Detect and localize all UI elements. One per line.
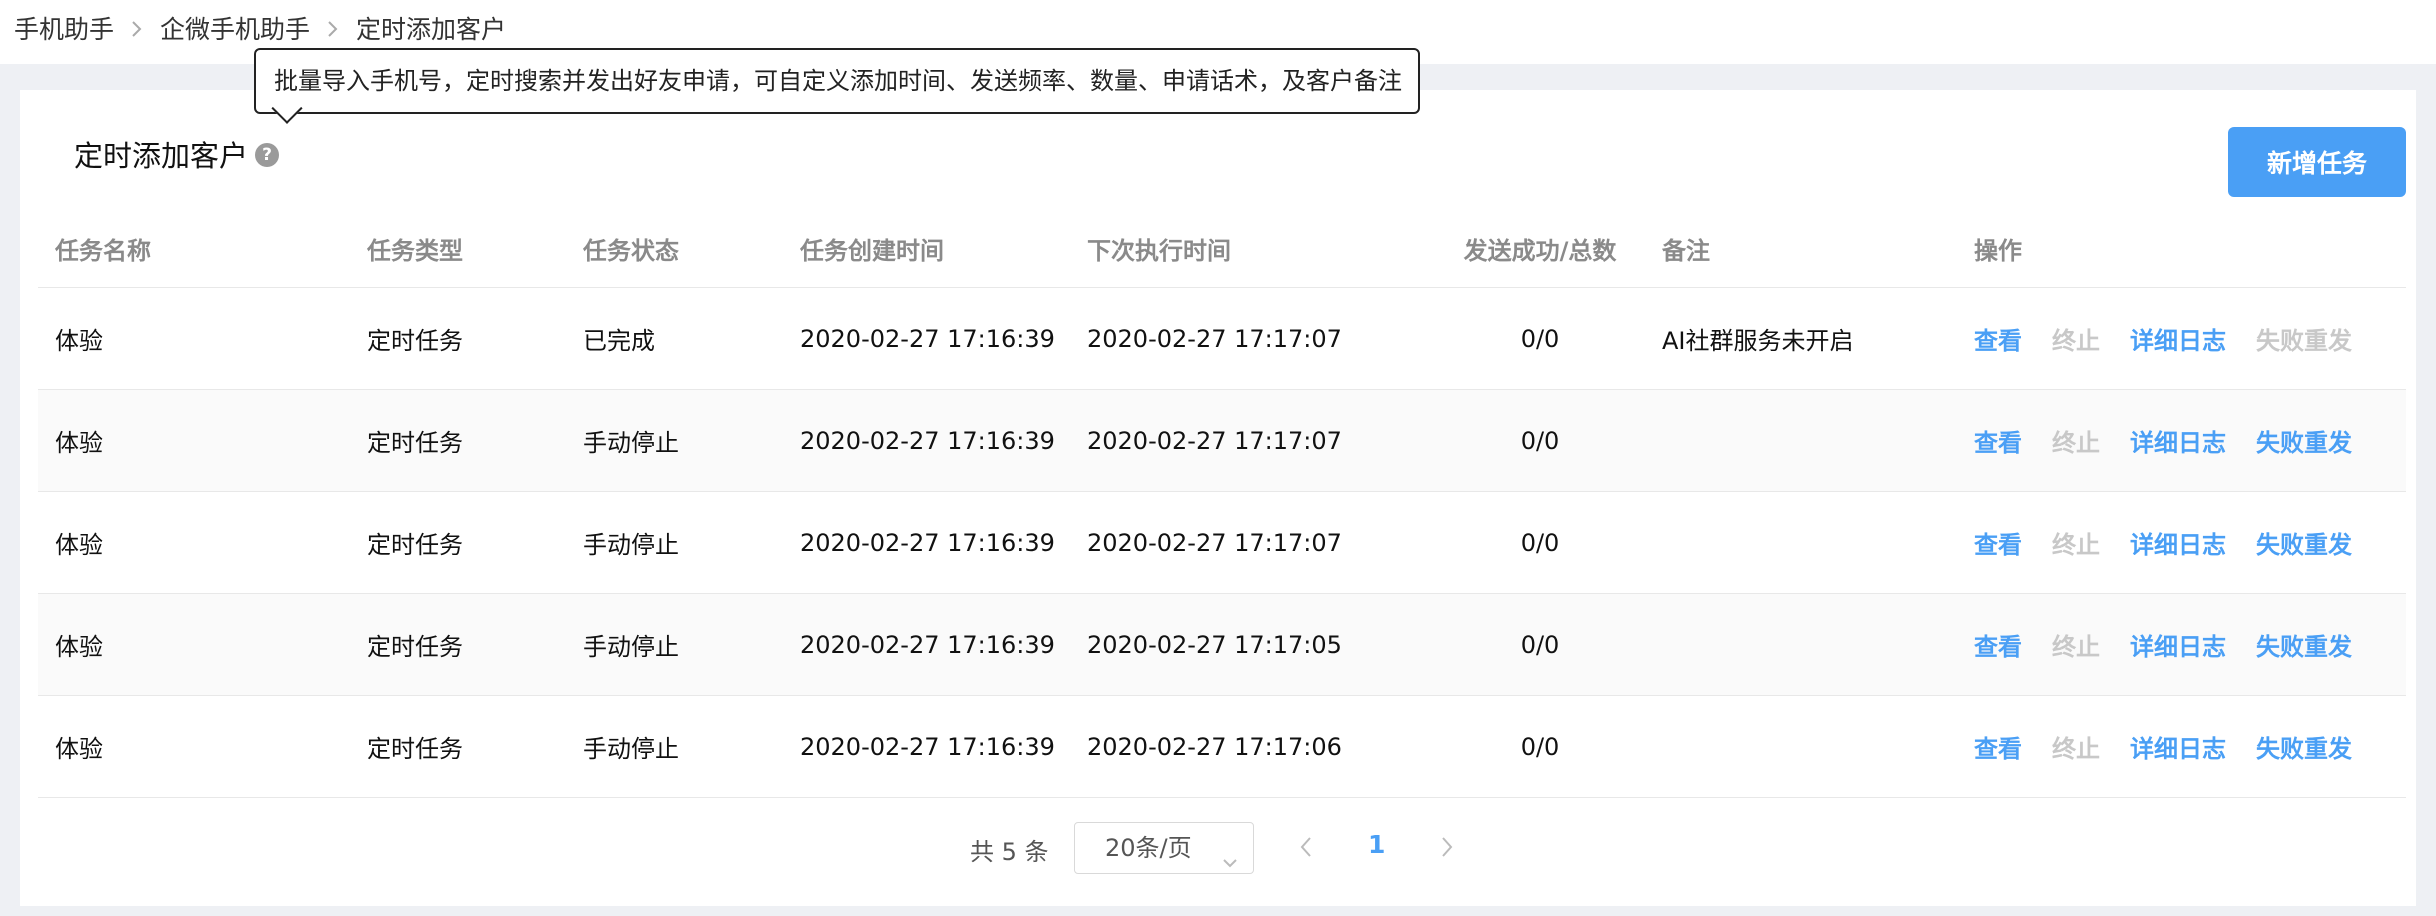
column-header-note: 备注 (1662, 237, 1710, 265)
view-button[interactable]: 查看 (1974, 627, 2022, 662)
cell-task-type: 定时任务 (367, 429, 463, 457)
table-row: 体验 定时任务 手动停止 2020-02-27 17:16:39 2020-02-27 … (38, 594, 2406, 696)
resend-failed-button[interactable]: 失败重发 (2256, 729, 2352, 764)
resend-failed-button[interactable]: 失败重发 (2256, 525, 2352, 560)
view-button[interactable]: 查看 (1974, 423, 2022, 458)
resend-failed-button[interactable]: 失败重发 (2256, 321, 2352, 356)
page-size-value: 20条/页 (1105, 834, 1192, 862)
stop-button[interactable]: 终止 (2052, 423, 2100, 458)
row-actions: 查看 终止 详细日志 失败重发 (1974, 288, 2382, 389)
cell-task-status: 手动停止 (583, 633, 679, 661)
chevron-right-icon (310, 16, 356, 41)
row-actions: 查看 终止 详细日志 失败重发 (1974, 696, 2382, 797)
prev-page-icon[interactable] (1296, 834, 1316, 864)
cell-next-run-time: 2020-02-27 17:17:06 (1087, 732, 1342, 761)
table-row: 体验 定时任务 手动停止 2020-02-27 17:16:39 2020-02-27 … (38, 696, 2406, 798)
tooltip-text: 批量导入手机号，定时搜索并发出好友申请，可自定义添加时间、发送频率、数量、申请话… (274, 67, 1402, 95)
column-header-created: 任务创建时间 (800, 237, 944, 265)
cell-next-run-time: 2020-02-27 17:17:07 (1087, 324, 1342, 353)
column-header-sent-total: 发送成功/总数 (1463, 237, 1617, 265)
help-tooltip: 批量导入手机号，定时搜索并发出好友申请，可自定义添加时间、发送频率、数量、申请话… (254, 48, 1420, 124)
cell-task-type: 定时任务 (367, 327, 463, 355)
breadcrumb-item-current: 定时添加客户 (356, 15, 507, 44)
column-header-name: 任务名称 (55, 237, 151, 265)
cell-task-name: 体验 (55, 531, 103, 559)
page-size-select[interactable]: 20条/页 (1074, 822, 1254, 874)
stop-button[interactable]: 终止 (2052, 729, 2100, 764)
question-circle-icon[interactable]: ? (255, 143, 279, 167)
task-table: 任务名称 任务类型 任务状态 任务创建时间 下次执行时间 发送成功/总数 备注 … (38, 210, 2406, 798)
chevron-down-icon (1221, 839, 1239, 889)
row-actions: 查看 终止 详细日志 失败重发 (1974, 594, 2382, 695)
table-header: 任务名称 任务类型 任务状态 任务创建时间 下次执行时间 发送成功/总数 备注 … (38, 210, 2406, 288)
detail-log-button[interactable]: 详细日志 (2130, 627, 2226, 662)
table-body: 体验 定时任务 已完成 2020-02-27 17:16:39 2020-02-27 1… (38, 288, 2406, 798)
cell-sent-total: 0/0 (1520, 732, 1560, 761)
cell-task-name: 体验 (55, 327, 103, 355)
cell-sent-total: 0/0 (1520, 426, 1560, 455)
cell-task-type: 定时任务 (367, 633, 463, 661)
detail-log-button[interactable]: 详细日志 (2130, 525, 2226, 560)
cell-next-run-time: 2020-02-27 17:17:07 (1087, 528, 1342, 557)
column-header-next-run: 下次执行时间 (1087, 237, 1231, 265)
cell-created-time: 2020-02-27 17:16:39 (800, 426, 1055, 455)
table-row: 体验 定时任务 已完成 2020-02-27 17:16:39 2020-02-27 1… (38, 288, 2406, 390)
cell-task-name: 体验 (55, 429, 103, 457)
table-row: 体验 定时任务 手动停止 2020-02-27 17:16:39 2020-02-27 … (38, 492, 2406, 594)
cell-task-status: 手动停止 (583, 735, 679, 763)
cell-created-time: 2020-02-27 17:16:39 (800, 630, 1055, 659)
cell-next-run-time: 2020-02-27 17:17:07 (1087, 426, 1342, 455)
cell-created-time: 2020-02-27 17:16:39 (800, 732, 1055, 761)
column-header-actions: 操作 (1974, 237, 2022, 265)
table-row: 体验 定时任务 手动停止 2020-02-27 17:16:39 2020-02-27 … (38, 390, 2406, 492)
cell-note: AI社群服务未开启 (1662, 327, 1854, 355)
row-actions: 查看 终止 详细日志 失败重发 (1974, 390, 2382, 491)
cell-sent-total: 0/0 (1520, 324, 1560, 353)
total-count: 共 5 条 (970, 838, 1049, 866)
page-title: 定时添加客户 (74, 139, 249, 173)
cell-sent-total: 0/0 (1520, 630, 1560, 659)
view-button[interactable]: 查看 (1974, 321, 2022, 356)
add-task-button[interactable]: 新增任务 (2228, 127, 2406, 197)
resend-failed-button[interactable]: 失败重发 (2256, 627, 2352, 662)
detail-log-button[interactable]: 详细日志 (2130, 321, 2226, 356)
pagination: 共 5 条 20条/页 1 (0, 822, 2436, 876)
row-actions: 查看 终止 详细日志 失败重发 (1974, 492, 2382, 593)
column-header-type: 任务类型 (367, 237, 463, 265)
cell-task-type: 定时任务 (367, 735, 463, 763)
cell-task-type: 定时任务 (367, 531, 463, 559)
cell-task-status: 已完成 (583, 327, 655, 355)
cell-task-status: 手动停止 (583, 531, 679, 559)
cell-created-time: 2020-02-27 17:16:39 (800, 324, 1055, 353)
cell-task-name: 体验 (55, 735, 103, 763)
breadcrumb: 手机助手 企微手机助手 定时添加客户 (14, 10, 506, 46)
view-button[interactable]: 查看 (1974, 525, 2022, 560)
column-header-status: 任务状态 (583, 237, 679, 265)
cell-next-run-time: 2020-02-27 17:17:05 (1087, 630, 1342, 659)
breadcrumb-item-phone-assistant[interactable]: 手机助手 (14, 10, 114, 46)
cell-sent-total: 0/0 (1520, 528, 1560, 557)
cell-created-time: 2020-02-27 17:16:39 (800, 528, 1055, 557)
cell-task-status: 手动停止 (583, 429, 679, 457)
next-page-icon[interactable] (1437, 834, 1457, 864)
cell-task-name: 体验 (55, 633, 103, 661)
detail-log-button[interactable]: 详细日志 (2130, 729, 2226, 764)
stop-button[interactable]: 终止 (2052, 525, 2100, 560)
chevron-right-icon (114, 16, 160, 41)
stop-button[interactable]: 终止 (2052, 321, 2100, 356)
breadcrumb-item-wecom-assistant[interactable]: 企微手机助手 (160, 10, 310, 46)
view-button[interactable]: 查看 (1974, 729, 2022, 764)
stop-button[interactable]: 终止 (2052, 627, 2100, 662)
detail-log-button[interactable]: 详细日志 (2130, 423, 2226, 458)
resend-failed-button[interactable]: 失败重发 (2256, 423, 2352, 458)
page-number-current[interactable]: 1 (1368, 830, 1385, 859)
